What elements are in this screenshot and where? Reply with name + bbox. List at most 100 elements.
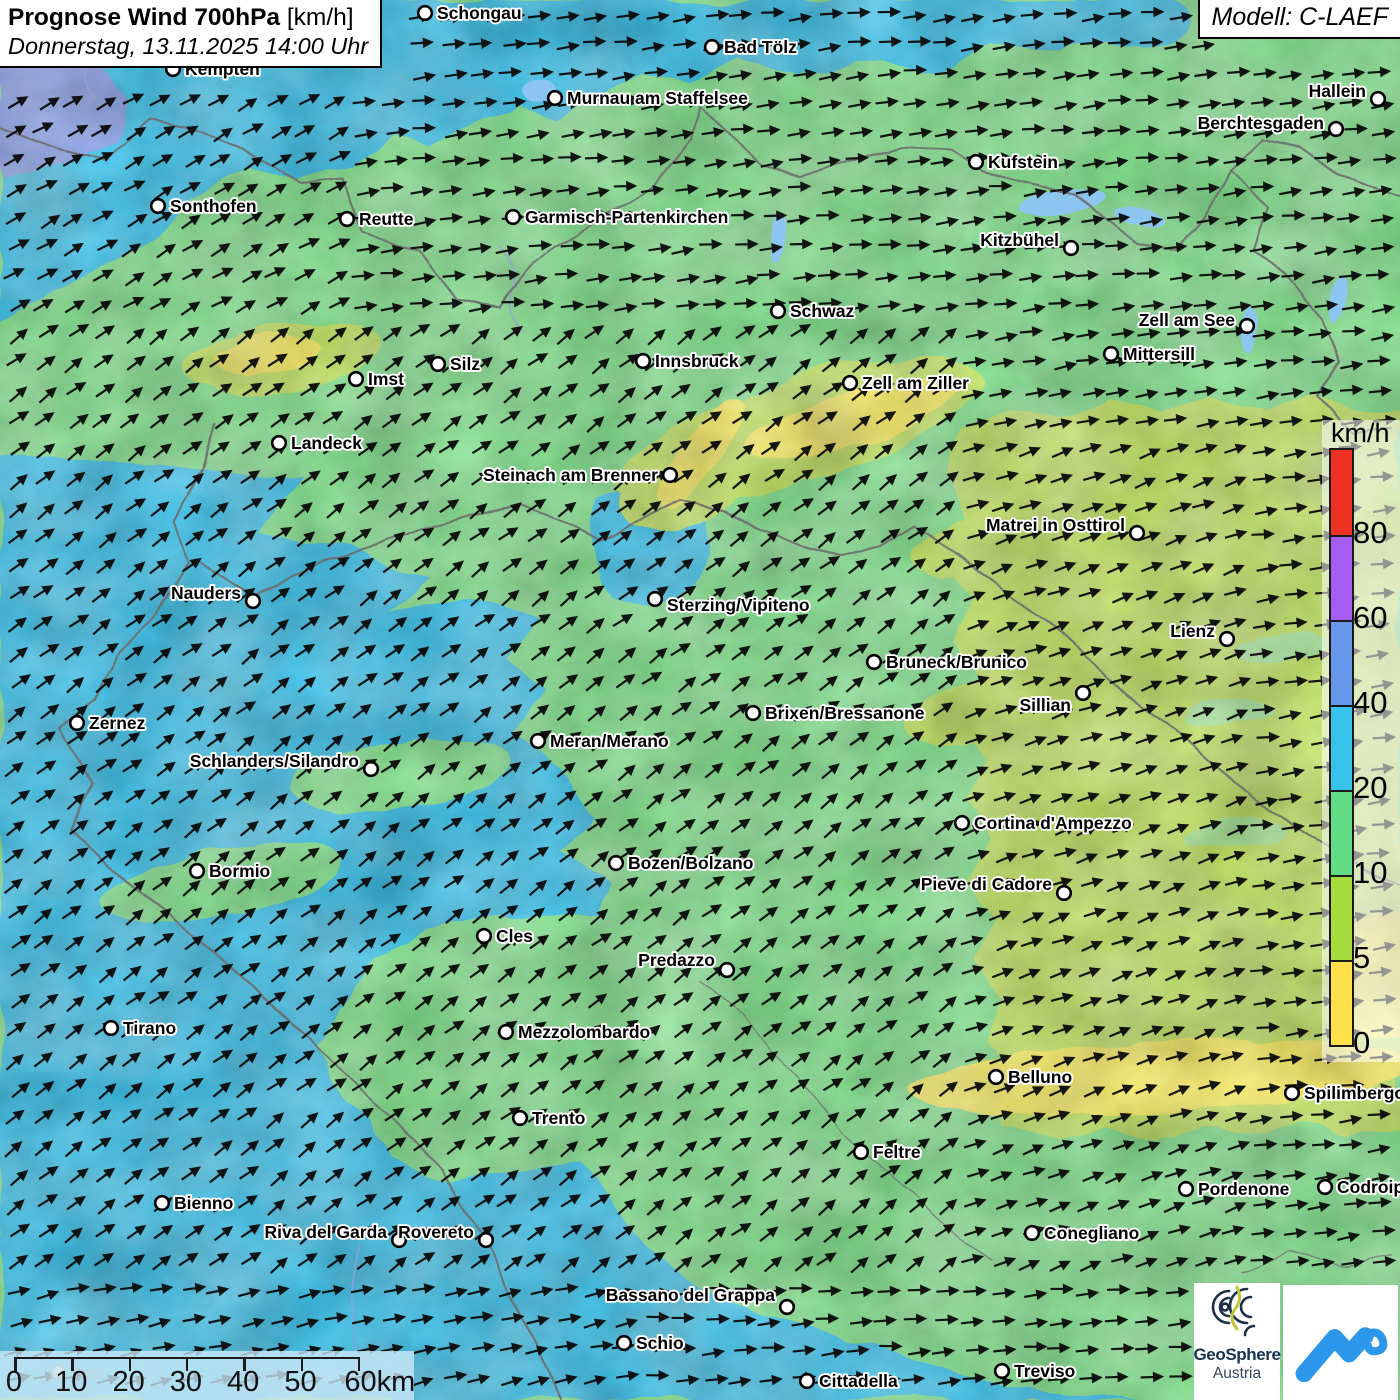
city: Bruneck/Brunico [867,652,1027,672]
city-marker [272,436,286,450]
city-marker [1057,886,1071,900]
legend-segment [1331,705,1352,790]
city-marker [1318,1180,1332,1194]
city-marker [1025,1226,1039,1240]
legend-segment [1331,450,1352,535]
scalebar-label: 50 [271,1366,331,1399]
geosphere-logo: GeoSphere Austria [1194,1283,1280,1400]
geosphere-wordmark: GeoSphere [1193,1345,1280,1365]
city-label: Treviso [1014,1361,1075,1381]
city-marker [720,963,734,977]
title-unit: [km/h] [280,4,354,31]
city-marker [989,1070,1003,1084]
city-marker [609,856,623,870]
legend-tick-label: 80 [1353,515,1399,551]
city-label: Hallein [1309,81,1366,101]
city-marker [617,1336,631,1350]
geosphere-contours-icon [1201,1283,1273,1347]
city: Garmisch-Partenkirchen [506,207,728,227]
legend-segment [1331,790,1352,875]
city-marker [431,357,445,371]
city-label: Spilimbergo [1304,1083,1400,1103]
mountain-logo-icon [1291,1298,1391,1388]
city-marker [1104,347,1118,361]
city: Murnau am Staffelsee [548,88,748,108]
city-marker [155,1196,169,1210]
scalebar-label: 60km [332,1366,428,1399]
city-label: Nauders [171,583,241,603]
city-marker [70,716,84,730]
city-marker [418,6,432,20]
legend-tick-label: 40 [1353,685,1399,721]
city-label: Schongau [437,3,522,23]
city-label: Silz [450,354,480,374]
city-label: Cles [496,926,533,946]
city-label: Tirano [123,1018,176,1038]
city-marker [479,1233,493,1247]
city-label: Bassano del Grappa [606,1285,775,1305]
city-label: Mezzolombardo [518,1022,650,1042]
legend-tick-label: 60 [1353,600,1399,636]
city-label: Trento [532,1108,585,1128]
city: Cles [477,926,533,946]
city-label: Pordenone [1198,1179,1290,1199]
page-title: Prognose Wind 700hPa [km/h] [8,3,368,32]
city-label: Landeck [291,433,362,453]
city-marker [1179,1182,1193,1196]
city-marker [364,762,378,776]
city: Feltre [854,1142,921,1162]
scalebar-label: 10 [41,1366,101,1399]
distance-scalebar: 0102030405060km [0,1351,414,1400]
city-marker [477,929,491,943]
city-label: Pieve di Cadore [921,874,1053,894]
city: Brixen/Bressanone [746,703,925,723]
model-label: Modell: C-LAEF [1198,0,1400,39]
city-label: Zernez [89,713,146,733]
city-marker [548,91,562,105]
map-title-box: Prognose Wind 700hPa [km/h] Donnerstag, … [0,0,382,68]
city-marker [867,655,881,669]
city-label: Bad Tölz [724,37,797,57]
city-label: Meran/Merano [550,731,669,751]
city-label: Feltre [873,1142,921,1162]
city-marker [771,304,785,318]
city-marker [1130,526,1144,540]
city: Berchtesgaden [1198,113,1343,136]
city-label: Imst [368,369,404,389]
city-label: Mittersill [1123,344,1195,364]
city: Imst [349,369,404,389]
legend-segment [1331,875,1352,960]
city-label: Predazzo [638,950,715,970]
city-label: Schlanders/Silandro [190,751,359,771]
city-marker [349,372,363,386]
city: Trento [513,1108,585,1128]
legend-tick-label: 10 [1353,855,1399,891]
city-marker [843,376,857,390]
city-marker [1329,122,1343,136]
city-label: Codroipo [1337,1177,1400,1197]
city-marker [506,210,520,224]
city: Meran/Merano [531,731,668,751]
city-marker [800,1374,814,1388]
city-label: Lienz [1170,621,1215,641]
city: Zell am Ziller [843,373,969,393]
city-marker [1076,686,1090,700]
forecast-datetime: Donnerstag, 13.11.2025 14:00 Uhr [8,32,368,60]
city-marker [151,199,165,213]
legend-color-bar [1329,448,1354,1047]
city-label: Sterzing/Vipiteno [667,595,810,615]
city-label: Steinach am Brenner [483,465,658,485]
city-marker [531,734,545,748]
city-label: Rovereto [398,1222,474,1242]
city-marker [969,155,983,169]
legend-segment [1331,535,1352,620]
city-marker [246,594,260,608]
city-marker [663,468,677,482]
scalebar-label: 40 [213,1366,273,1399]
partner-logo-box [1283,1285,1398,1400]
city-marker [1220,632,1234,646]
city: Sterzing/Vipiteno [648,592,809,615]
city-marker [1240,319,1254,333]
city: Schio [617,1333,683,1353]
city-marker [995,1364,1009,1378]
